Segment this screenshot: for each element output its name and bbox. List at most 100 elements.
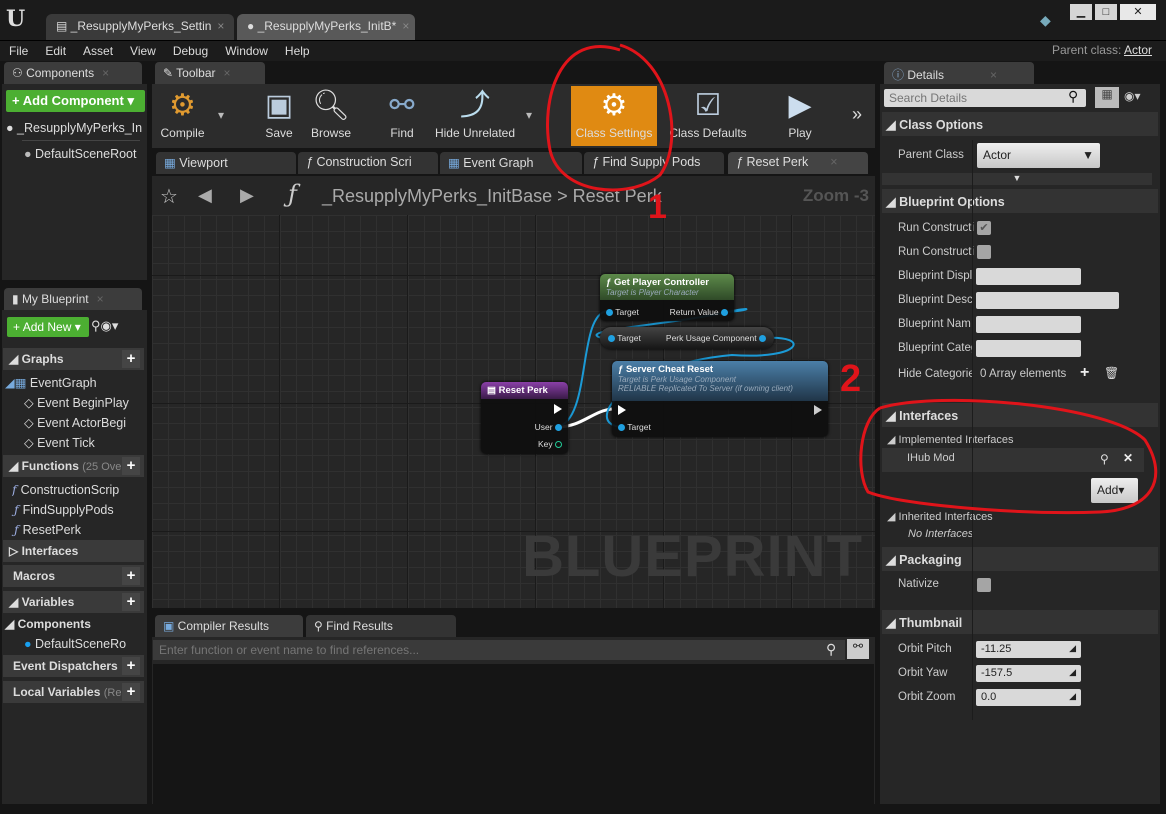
variables-components-header[interactable]: ◢ Components (5, 614, 91, 634)
pin-perk-usage-component[interactable]: Perk Usage Component (666, 333, 766, 343)
node-get-perk-usage-component[interactable]: Target Perk Usage Component (600, 327, 774, 349)
graph-canvas[interactable]: Zoom -3 BLUEPRINT ƒ Get Player Controlle… (152, 186, 875, 608)
function-item-construction[interactable]: ƒ ConstructionScrip (12, 479, 144, 499)
display-name-input[interactable] (976, 268, 1081, 285)
section-interfaces[interactable]: ◢ Interfaces (882, 403, 1158, 427)
hide-unrelated-dropdown[interactable]: ▾ (526, 108, 532, 122)
exec-in-pin[interactable] (618, 404, 626, 415)
play-button[interactable]: ▶ Play (776, 86, 824, 146)
save-button[interactable]: ▣ Save (258, 86, 300, 146)
drag-handle-icon[interactable]: ◢ (1069, 691, 1076, 702)
class-defaults-button[interactable]: ☑ Class Defaults (666, 86, 750, 146)
search-icon[interactable]: ⚲ (826, 641, 836, 658)
namespace-input[interactable] (976, 316, 1081, 333)
menu-asset[interactable]: Asset (74, 41, 121, 58)
close-icon[interactable]: × (102, 66, 109, 80)
doc-tab-viewport[interactable]: ▦ Viewport (156, 152, 296, 174)
doc-tab-reset-perk[interactable]: ƒ Reset Perk × (728, 152, 868, 174)
section-local-variables[interactable]: Local Variables (Re + (3, 681, 144, 703)
section-thumbnail[interactable]: ◢ Thumbnail (882, 610, 1158, 634)
hide-unrelated-button[interactable]: ⤴ Hide Unrelated (432, 86, 518, 146)
tab-compiler-results[interactable]: ▣ Compiler Results (155, 615, 303, 637)
compile-button[interactable]: ⚙ Compile (155, 86, 210, 146)
section-class-options[interactable]: ◢ Class Options (882, 112, 1158, 136)
menu-file[interactable]: File (0, 41, 36, 58)
breadcrumb-root[interactable]: _ResupplyMyPerks_InitBase (322, 186, 552, 206)
my-blueprint-tab[interactable]: ▮ My Blueprint × (4, 288, 142, 310)
search-visibility-icon[interactable]: ⚲◉▾ (91, 318, 118, 334)
inherited-interfaces-header[interactable]: ◢ Inherited Interfaces (887, 510, 993, 523)
exec-out-pin[interactable] (554, 403, 562, 414)
section-event-dispatchers[interactable]: Event Dispatchers + (3, 655, 144, 677)
run-construction-checkbox-2[interactable] (977, 245, 991, 259)
menu-view[interactable]: View (121, 41, 164, 58)
implemented-interfaces-header[interactable]: ◢ Implemented Interfaces (887, 433, 1013, 446)
menu-help[interactable]: Help (276, 41, 318, 58)
section-packaging[interactable]: ◢ Packaging (882, 547, 1158, 571)
close-icon[interactable]: × (224, 66, 231, 80)
drag-handle-icon[interactable]: ◢ (1069, 643, 1076, 654)
category-input[interactable] (976, 340, 1081, 357)
find-button[interactable]: ⚯ Find (380, 86, 424, 146)
doc-tab-find-supply-pods[interactable]: ƒ Find Supply Pods (584, 152, 724, 174)
more-tools-icon[interactable]: » (852, 104, 862, 125)
add-element-icon[interactable]: + (1080, 364, 1089, 382)
doc-tab-construction[interactable]: ƒ Construction Scri (298, 152, 438, 174)
section-interfaces[interactable]: ▷ Interfaces (3, 540, 144, 562)
add-function-button[interactable]: + (122, 457, 140, 475)
menu-window[interactable]: Window (216, 41, 276, 58)
search-details-input[interactable] (884, 89, 1086, 107)
pin-target[interactable]: Target (618, 422, 651, 432)
pin-target[interactable]: Target (606, 307, 639, 317)
window-tab-settings[interactable]: ▤ _ResupplyMyPerks_Settin × (46, 14, 234, 40)
pin-target[interactable]: Target (608, 333, 641, 343)
add-graph-button[interactable]: + (122, 350, 140, 368)
toolbar-tab[interactable]: ✎ Toolbar × (155, 62, 265, 84)
components-tab[interactable]: ⚇ Components × (4, 62, 142, 84)
source-control-icon[interactable]: ◆ (1040, 12, 1051, 29)
function-item-resetperk[interactable]: ƒ ResetPerk (14, 519, 81, 539)
component-item-defaultsceneroot[interactable]: ● DefaultSceneRoot (24, 144, 136, 164)
close-icon[interactable]: × (97, 292, 104, 306)
menu-edit[interactable]: Edit (36, 41, 74, 58)
forward-arrow-icon[interactable]: ▶ (240, 185, 254, 206)
component-item-root[interactable]: ● _ResupplyMyPerks_In (6, 118, 142, 138)
variable-item-defaultsceneroot[interactable]: ● DefaultSceneRo (24, 634, 144, 654)
remove-interface-icon[interactable]: ✕ (1123, 451, 1133, 465)
section-functions[interactable]: ◢ Functions (25 Overr + (3, 455, 144, 477)
node-get-player-controller[interactable]: ƒ Get Player Controller Target is Player … (600, 274, 734, 321)
browse-button[interactable]: 🔍︎ Browse (307, 86, 355, 146)
pin-user[interactable]: User (535, 422, 562, 432)
add-new-button[interactable]: + Add New ▾ (7, 317, 89, 337)
nativize-checkbox[interactable] (977, 578, 991, 592)
property-matrix-button[interactable]: ▦ (1095, 87, 1119, 108)
add-macro-button[interactable]: + (122, 567, 140, 585)
maximize-button[interactable]: □ (1095, 4, 1117, 20)
back-arrow-icon[interactable]: ◀ (198, 185, 212, 206)
class-settings-button[interactable]: ⚙ Class Settings (571, 86, 657, 146)
column-splitter[interactable] (972, 140, 973, 720)
section-graphs[interactable]: ◢ Graphs + (3, 348, 144, 370)
pin-return-value[interactable]: Return Value (670, 307, 728, 317)
graph-item-beginplay[interactable]: ◇ Event BeginPlay (24, 392, 144, 412)
description-input[interactable] (976, 292, 1119, 309)
node-server-cheat-reset[interactable]: ƒ Server Cheat Reset Target is Perk Usage… (612, 361, 828, 437)
browse-interface-icon[interactable]: ⚲ (1100, 452, 1109, 466)
graph-item-actorbegin[interactable]: ◇ Event ActorBegi (24, 412, 136, 432)
menu-debug[interactable]: Debug (164, 41, 216, 58)
drag-handle-icon[interactable]: ◢ (1069, 667, 1076, 678)
minimize-button[interactable]: ▁ (1070, 4, 1092, 20)
close-icon[interactable]: × (990, 68, 997, 82)
find-references-input[interactable] (153, 640, 845, 660)
compile-options-dropdown[interactable]: ▾ (218, 108, 224, 122)
add-interface-button[interactable]: Add▾ (1091, 478, 1138, 503)
parent-class-dropdown[interactable]: Actor ▼ (977, 143, 1100, 168)
orbit-pitch-input[interactable]: -11.25 ◢ (976, 641, 1081, 658)
node-reset-perk[interactable]: ▤ Reset Perk User Key (481, 382, 568, 454)
details-tab[interactable]: ⓘ Details × (884, 62, 1034, 84)
close-icon[interactable]: × (402, 19, 409, 33)
window-tab-initbase[interactable]: ● _ResupplyMyPerks_InitB* × (237, 14, 415, 40)
exec-out-pin[interactable] (814, 404, 822, 415)
star-icon[interactable]: ☆ (160, 184, 178, 209)
orbit-yaw-input[interactable]: -157.5 ◢ (976, 665, 1081, 682)
